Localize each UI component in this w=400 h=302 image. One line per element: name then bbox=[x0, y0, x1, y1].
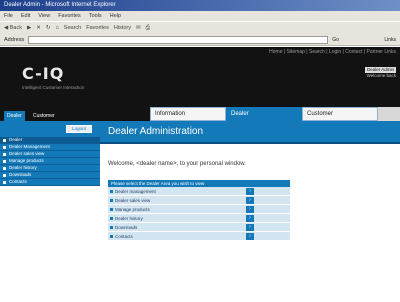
site-logo: C-IQ bbox=[22, 64, 65, 83]
go-button[interactable]: Go bbox=[332, 37, 339, 43]
print-icon[interactable]: ⎙ bbox=[146, 25, 150, 32]
address-label: Address bbox=[4, 36, 25, 43]
browser-title-bar: Dealer Admin - Microsoft Internet Explor… bbox=[0, 0, 400, 11]
tab-dealer[interactable]: Dealer bbox=[226, 107, 302, 121]
sidebar-header: Logout bbox=[0, 121, 100, 137]
address-bar: Address Go Links bbox=[0, 34, 400, 46]
sidebar-item-dealer-sales-view[interactable]: Dealer sales view bbox=[0, 151, 100, 158]
arrow-right-icon[interactable]: › bbox=[246, 233, 254, 240]
welcome-text: Welcome, <dealer name>, to your personal… bbox=[108, 161, 246, 167]
logout-button[interactable]: Logout bbox=[66, 125, 92, 133]
menu-help[interactable]: Help bbox=[110, 13, 121, 19]
title-divider bbox=[100, 142, 400, 144]
sidebar-item-contacts[interactable]: Contacts bbox=[0, 179, 100, 186]
window-title: Dealer Admin - Microsoft Internet Explor… bbox=[4, 2, 116, 8]
logo-tagline: Intelligent Customer Interaction bbox=[22, 85, 85, 90]
tab-dealer-small[interactable]: Dealer bbox=[4, 111, 25, 121]
table-row[interactable]: Dealer management › bbox=[108, 187, 290, 196]
tab-customer-small[interactable]: Customer bbox=[30, 111, 58, 121]
site-header: Home | Sitemap | Search | Login | Contac… bbox=[0, 47, 400, 107]
nav-tabs: Information Dealer Customer bbox=[150, 107, 378, 121]
table-header: Please select the Dealer Area you wish t… bbox=[108, 180, 290, 187]
table-row[interactable]: Manage products › bbox=[108, 205, 290, 214]
browser-toolbar: ◀ Back ▶ ✕ ↻ ⌂ Search Favorites History … bbox=[0, 21, 400, 34]
menu-favorites[interactable]: Favorites bbox=[58, 13, 81, 19]
mail-icon[interactable]: ✉ bbox=[136, 25, 141, 31]
top-links[interactable]: Home | Sitemap | Search | Login | Contac… bbox=[269, 49, 396, 55]
nav-left-area: Dealer Customer bbox=[0, 107, 150, 121]
forward-button[interactable]: ▶ bbox=[27, 25, 31, 31]
arrow-right-icon[interactable]: › bbox=[246, 215, 254, 222]
dealer-area-table: Please select the Dealer Area you wish t… bbox=[108, 180, 290, 241]
tab-information[interactable]: Information bbox=[150, 107, 226, 121]
links-label[interactable]: Links bbox=[384, 37, 396, 43]
menu-file[interactable]: File bbox=[4, 13, 13, 19]
table-row[interactable]: Contacts › bbox=[108, 232, 290, 241]
home-button[interactable]: ⌂ bbox=[55, 25, 58, 31]
page-title: Dealer Administration bbox=[100, 121, 400, 142]
user-line: Welcome back bbox=[366, 73, 396, 78]
sidebar-item-downloads[interactable]: Downloads bbox=[0, 172, 100, 179]
main-nav: Dealer Customer Information Dealer Custo… bbox=[0, 107, 400, 121]
menu-view[interactable]: View bbox=[38, 13, 50, 19]
sidebar: Logout Dealer Dealer Management Dealer s… bbox=[0, 121, 100, 302]
history-button[interactable]: History bbox=[114, 25, 131, 31]
arrow-right-icon[interactable]: › bbox=[246, 197, 254, 204]
table-row[interactable]: Dealer sales view › bbox=[108, 196, 290, 205]
tab-customer[interactable]: Customer bbox=[302, 107, 378, 121]
refresh-button[interactable]: ↻ bbox=[46, 25, 51, 31]
sidebar-item-dealer[interactable]: Dealer bbox=[0, 137, 100, 144]
browser-menu-bar: File Edit View Favorites Tools Help bbox=[0, 11, 400, 21]
main-content: Dealer Administration Welcome, <dealer n… bbox=[100, 121, 400, 302]
table-row[interactable]: Downloads › bbox=[108, 223, 290, 232]
arrow-right-icon[interactable]: › bbox=[246, 206, 254, 213]
back-button[interactable]: ◀ Back bbox=[4, 25, 22, 31]
header-user-panel: Dealer Admin Welcome back bbox=[364, 67, 396, 79]
stop-button[interactable]: ✕ bbox=[36, 25, 41, 31]
table-row[interactable]: Dealer history › bbox=[108, 214, 290, 223]
menu-tools[interactable]: Tools bbox=[89, 13, 102, 19]
sidebar-item-manage-products[interactable]: Manage products bbox=[0, 158, 100, 165]
favorites-button[interactable]: Favorites bbox=[86, 25, 109, 31]
menu-edit[interactable]: Edit bbox=[21, 13, 30, 19]
search-button[interactable]: Search bbox=[64, 25, 81, 31]
sidebar-item-dealer-management[interactable]: Dealer Management bbox=[0, 144, 100, 151]
arrow-right-icon[interactable]: › bbox=[246, 188, 254, 195]
sidebar-item-dealer-history[interactable]: Dealer history bbox=[0, 165, 100, 172]
arrow-right-icon[interactable]: › bbox=[246, 224, 254, 231]
address-input[interactable] bbox=[28, 35, 329, 44]
